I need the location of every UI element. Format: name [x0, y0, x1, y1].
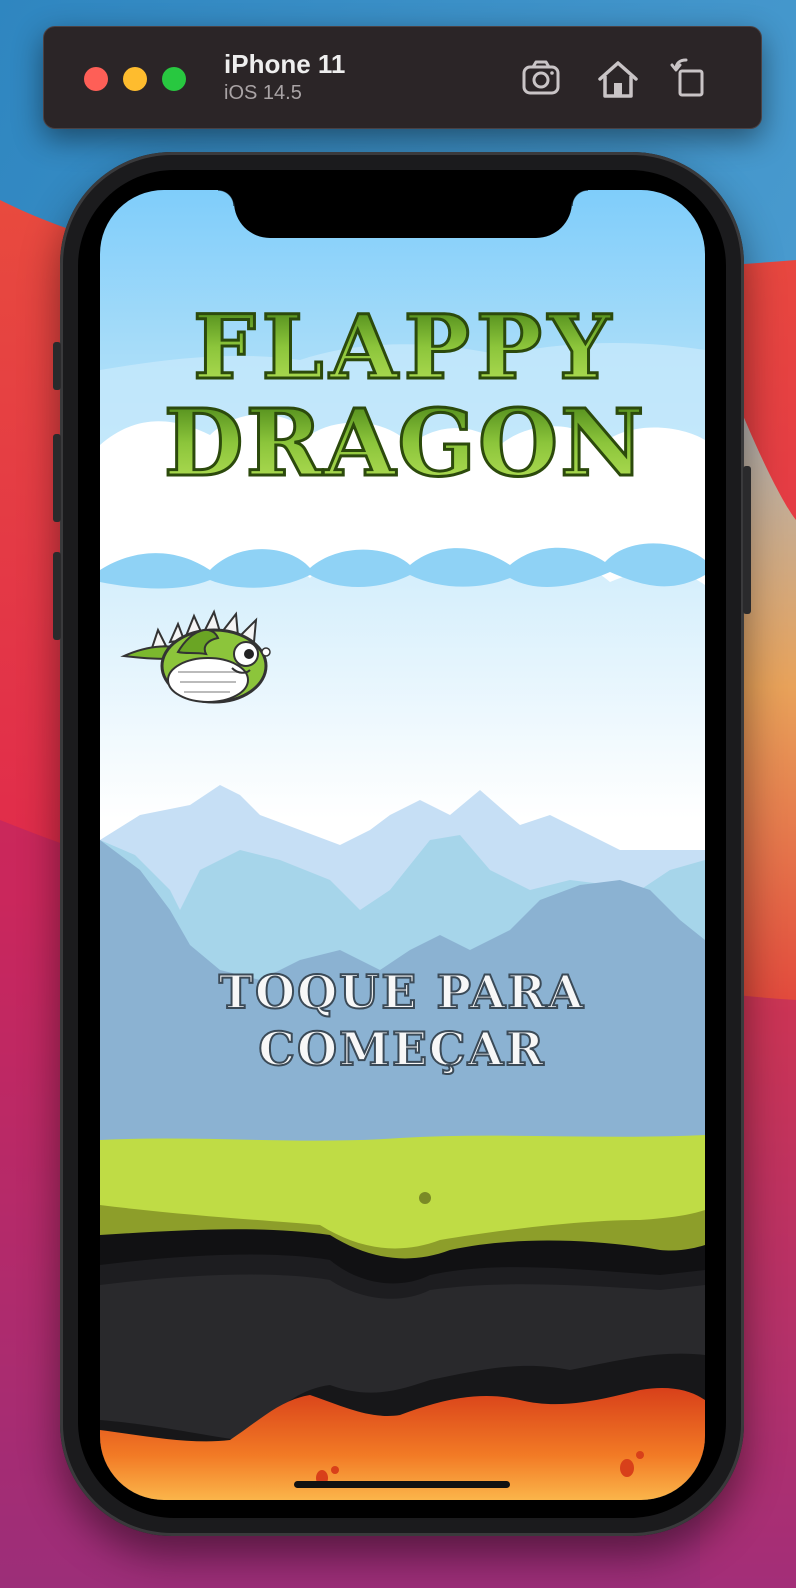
title-line-1: FLAPPY [193, 295, 617, 399]
game-scene: FLAPPY DRAGON TOQUE PARA COMEÇAR [100, 190, 705, 1500]
zoom-window-button[interactable] [162, 67, 186, 91]
close-window-button[interactable] [84, 67, 108, 91]
tap-line-1: TOQUE PARA [219, 965, 585, 1019]
rotate-icon [670, 58, 704, 97]
minimize-window-button[interactable] [123, 67, 147, 91]
power-button[interactable] [743, 466, 751, 614]
simulator-toolbar: iPhone 11 iOS 14.5 [43, 26, 762, 129]
home-icon [598, 61, 638, 98]
phone-notch [218, 190, 588, 238]
device-name: iPhone 11 [224, 49, 346, 79]
home-button[interactable] [594, 55, 642, 103]
tap-line-2: COMEÇAR [258, 1022, 545, 1076]
volume-up-button[interactable] [53, 434, 61, 522]
game-title: FLAPPY DRAGON [162, 294, 646, 499]
camera-icon [522, 60, 560, 95]
screenshot-button[interactable] [518, 55, 566, 103]
volume-down-button[interactable] [53, 552, 61, 640]
mute-switch[interactable] [53, 342, 61, 390]
title-line-2: DRAGON [164, 389, 646, 497]
rotate-button[interactable] [666, 55, 714, 103]
game-screen[interactable]: FLAPPY DRAGON TOQUE PARA COMEÇAR [100, 190, 705, 1500]
os-version: iOS 14.5 [224, 82, 302, 104]
home-indicator[interactable] [294, 1481, 510, 1488]
